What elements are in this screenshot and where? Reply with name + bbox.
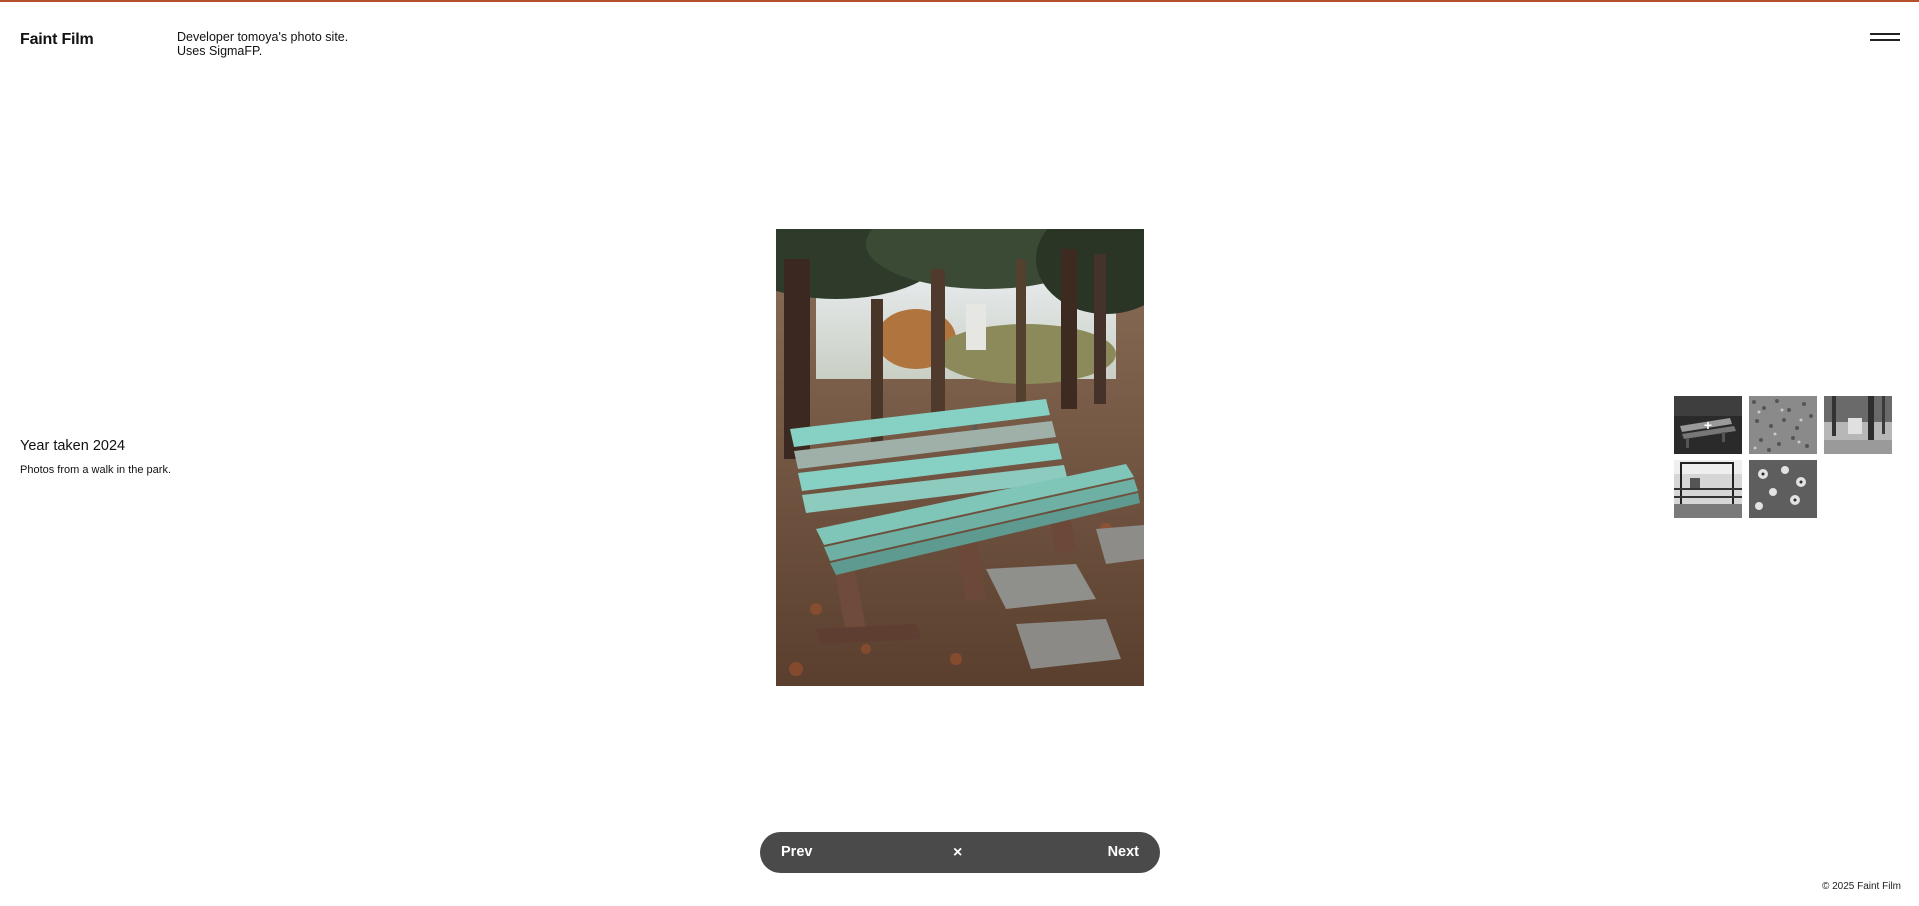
thumbnail-gravel[interactable] [1749, 396, 1817, 454]
tagline-line-2: Uses SigmaFP. [177, 44, 263, 58]
photo-year: Year taken 2024 [20, 438, 126, 454]
footer-copyright: © 2025 Faint Film [1821, 881, 1901, 892]
thumbnail-railing[interactable] [1674, 460, 1742, 518]
photo-navigation-bar: Prev × Next [760, 832, 1160, 873]
site-title[interactable]: Faint Film [20, 31, 94, 49]
menu-line [1870, 33, 1900, 35]
menu-line [1870, 39, 1900, 41]
photo-description: Photos from a walk in the park. [20, 464, 172, 476]
hamburger-icon[interactable] [1870, 32, 1900, 42]
tagline-line-1: Developer tomoya's photo site. [177, 30, 349, 44]
thumbnail-flowers[interactable] [1749, 460, 1817, 518]
main-photo [776, 229, 1144, 686]
next-button[interactable]: Next [1108, 832, 1139, 873]
site-tagline: Developer tomoya's photo site. Uses Sigm… [177, 30, 348, 58]
thumbnail-trees[interactable] [1824, 396, 1892, 454]
thumbnail-bench[interactable]: + [1674, 396, 1742, 454]
close-icon[interactable]: × [953, 832, 962, 873]
prev-button[interactable]: Prev [781, 832, 812, 873]
plus-icon: + [1703, 417, 1713, 433]
top-accent-line [0, 0, 1919, 2]
